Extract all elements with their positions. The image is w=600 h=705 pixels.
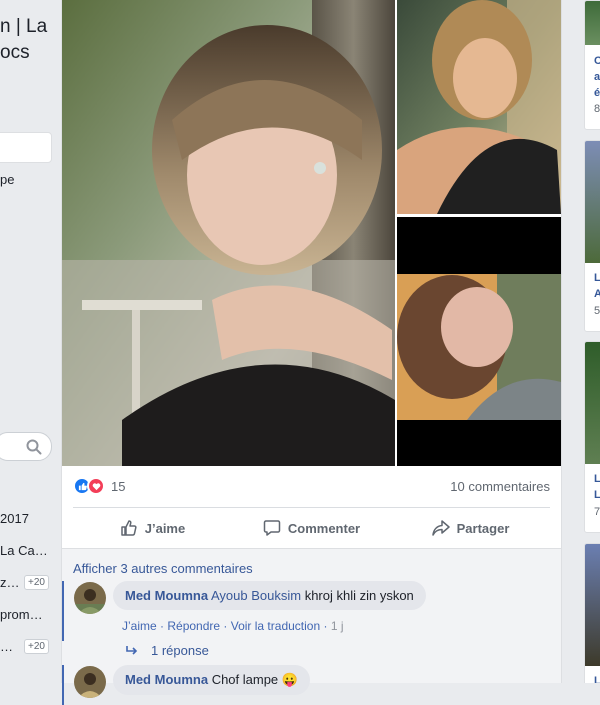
list-item[interactable]: La Ca… — [0, 543, 48, 558]
card-title: L — [594, 473, 600, 485]
thumbs-up-icon — [121, 520, 137, 536]
comment-text: Chof lampe 😛 — [211, 672, 298, 687]
tagged-user[interactable]: Ayoub Bouksim — [211, 588, 301, 603]
translate-link[interactable]: Voir la traduction — [231, 619, 320, 633]
card-subtitle: 5 — [594, 305, 600, 317]
card-title: L — [594, 675, 600, 683]
reaction-count: 15 — [111, 478, 126, 494]
left-column: n | La ocs pe 2017 La Ca… z… +20 prom… …… — [0, 0, 60, 683]
like-button[interactable]: J’aime — [73, 508, 232, 548]
card-subtitle: 8 — [594, 103, 600, 115]
comment: Med Moumna Ayoub Bouksim khroj khli zin … — [62, 581, 561, 641]
card-image — [585, 544, 600, 666]
suggested-card[interactable]: C a é 8 — [584, 0, 600, 130]
post-card: 15 10 commentaires J’aime Commenter Part… — [61, 0, 562, 705]
card-image — [585, 1, 600, 45]
share-label: Partager — [456, 520, 510, 536]
comment-time[interactable]: 1 j — [331, 619, 344, 633]
comment-like-link[interactable]: J’aime — [122, 619, 157, 633]
love-icon — [87, 477, 105, 495]
view-replies-link[interactable]: 1 réponse — [125, 643, 209, 658]
avatar[interactable] — [74, 582, 106, 614]
comment: Med Moumna Chof lampe 😛 — [62, 665, 561, 705]
card-title: C — [594, 55, 600, 67]
suggested-card[interactable]: L A 5 — [584, 140, 600, 332]
like-label: J’aime — [144, 520, 186, 536]
card-subtitle: 7 — [594, 506, 600, 518]
page-title: n | La ocs — [0, 14, 60, 66]
list-item[interactable]: z… — [0, 575, 20, 590]
card-title: L — [594, 272, 600, 284]
replies-count: 1 réponse — [151, 643, 209, 658]
comments-section: Afficher 3 autres commentaires Med Moumn… — [62, 548, 561, 705]
avatar[interactable] — [74, 666, 106, 698]
post-action-bar: J’aime Commenter Partager — [73, 507, 550, 548]
card-image — [585, 342, 600, 464]
comment-reply-link[interactable]: Répondre — [167, 619, 220, 633]
nav-item[interactable]: pe — [0, 172, 14, 187]
post-photo-2[interactable] — [397, 0, 561, 214]
post-photo-main[interactable] — [62, 0, 395, 466]
count-badge: +20 — [24, 639, 49, 654]
reactions-summary[interactable]: 15 — [73, 476, 125, 496]
list-item[interactable]: … — [0, 639, 13, 654]
card-title-2: A — [594, 288, 600, 300]
comment-text: khroj khli zin yskon — [304, 588, 414, 603]
search-input[interactable] — [0, 432, 52, 461]
comment-label: Commenter — [287, 520, 361, 536]
share-icon — [431, 520, 450, 536]
count-badge: +20 — [24, 575, 49, 590]
page-title-line-2: ocs — [0, 42, 30, 63]
page-title-line-1: n | La — [0, 16, 48, 37]
suggested-card[interactable]: L L 7 — [584, 341, 600, 533]
comment-icon — [263, 520, 281, 536]
suggested-card[interactable]: L — [584, 543, 600, 683]
page-search-field[interactable] — [0, 132, 52, 163]
share-button[interactable]: Partager — [391, 508, 550, 548]
search-icon[interactable] — [26, 439, 42, 455]
card-title-2: a — [594, 71, 600, 83]
comment-button[interactable]: Commenter — [232, 508, 391, 548]
post-photo-3[interactable] — [397, 217, 561, 466]
card-title-2: L — [594, 489, 600, 501]
view-more-comments-link[interactable]: Afficher 3 autres commentaires — [73, 561, 253, 576]
comment-actions: J’aime · Répondre · Voir la traduction ·… — [122, 619, 344, 633]
card-image — [585, 141, 600, 263]
comment-author[interactable]: Med Moumna — [125, 672, 208, 687]
right-sidebar: C a é 8 L A 5 L L 7 L — [569, 0, 600, 683]
comment-author[interactable]: Med Moumna — [125, 588, 208, 603]
comment-bubble: Med Moumna Ayoub Bouksim khroj khli zin … — [113, 581, 426, 610]
comments-count-link[interactable]: 10 commentaires — [450, 479, 550, 494]
list-item[interactable]: prom… — [0, 607, 43, 622]
list-item[interactable]: 2017 — [0, 511, 29, 526]
card-title-3: é — [594, 87, 600, 99]
reply-arrow-icon — [126, 645, 138, 655]
comment-bubble: Med Moumna Chof lampe 😛 — [113, 665, 310, 695]
